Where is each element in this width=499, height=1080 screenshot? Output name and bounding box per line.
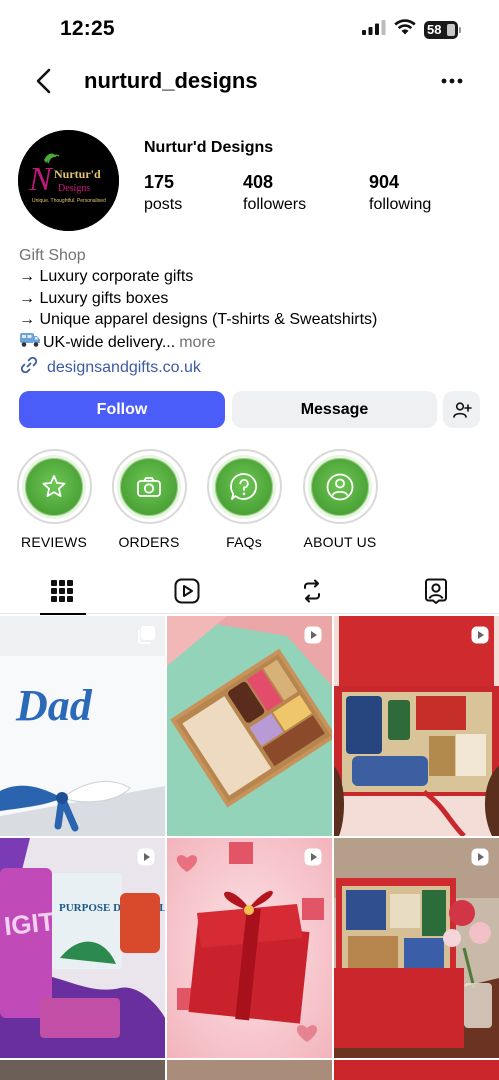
tab-reposts[interactable] bbox=[282, 567, 342, 614]
reel-icon bbox=[470, 625, 490, 650]
status-time: 12:25 bbox=[60, 17, 115, 40]
tab-tagged[interactable] bbox=[406, 567, 466, 614]
ellipsis-icon bbox=[441, 78, 463, 84]
brand-logo: N Nurtur'd Designs Unique. Thoughtful. P… bbox=[18, 130, 119, 231]
repost-icon bbox=[304, 579, 320, 602]
bio-line: → Luxury gifts boxes bbox=[19, 289, 169, 307]
posts-count: 175 bbox=[144, 172, 175, 192]
status-icons: 58 bbox=[362, 19, 461, 40]
profile-bio: Gift Shop → Luxury corporate gifts → Lux… bbox=[19, 245, 489, 354]
following-label: following bbox=[369, 196, 432, 213]
logo-sub: Designs bbox=[58, 183, 90, 194]
signal-icon bbox=[362, 19, 386, 40]
post-caption-text: Dad bbox=[15, 681, 93, 730]
svg-text:N: N bbox=[28, 161, 54, 198]
wifi-icon bbox=[394, 19, 416, 40]
follow-button[interactable]: Follow bbox=[19, 391, 225, 428]
add-person-icon bbox=[452, 401, 472, 418]
reel-icon bbox=[303, 625, 323, 650]
bio-link[interactable]: designsandgifts.co.uk bbox=[19, 355, 201, 380]
camera-icon bbox=[137, 476, 161, 497]
star-icon bbox=[42, 474, 66, 497]
following-count: 904 bbox=[369, 172, 400, 192]
tab-posts-grid[interactable] bbox=[32, 567, 92, 615]
post-thumbnail[interactable] bbox=[334, 616, 499, 836]
reel-icon bbox=[303, 847, 323, 872]
bio-line: → Luxury corporate gifts bbox=[19, 268, 194, 286]
profile-actions: Follow Message bbox=[19, 391, 481, 428]
posts-grid: Dad IGITS PURPOSE L bbox=[0, 616, 499, 1080]
highlight-orders[interactable]: ORDERS bbox=[106, 449, 192, 550]
post-thumbnail[interactable] bbox=[167, 1060, 332, 1080]
link-icon bbox=[19, 355, 39, 380]
profile-header: nurturd_designs bbox=[0, 58, 499, 104]
followers-label: followers bbox=[243, 196, 307, 213]
person-icon bbox=[326, 473, 354, 500]
carousel-icon bbox=[136, 625, 156, 650]
avatar[interactable]: N Nurtur'd Designs Unique. Thoughtful. P… bbox=[18, 130, 119, 231]
post-thumbnail[interactable] bbox=[334, 838, 499, 1058]
reel-icon bbox=[470, 847, 490, 872]
followers-count: 408 bbox=[243, 172, 274, 192]
back-button[interactable] bbox=[30, 66, 60, 96]
status-bar: 12:25 58 bbox=[0, 0, 499, 58]
logo-main: Nurtur'd bbox=[54, 167, 101, 181]
highlight-label: FAQs bbox=[226, 534, 262, 550]
post-thumbnail[interactable]: IGITS PURPOSE DRIVEN LIFE bbox=[0, 838, 165, 1058]
highlight-label: REVIEWS bbox=[21, 534, 87, 550]
bio-category: Gift Shop bbox=[19, 247, 86, 264]
highlight-label: ABOUT US bbox=[303, 534, 377, 550]
tagged-person-icon bbox=[425, 578, 447, 604]
post-thumbnail[interactable]: Dad bbox=[0, 616, 165, 836]
posts-label: posts bbox=[144, 196, 183, 213]
chevron-left-icon bbox=[36, 68, 51, 94]
highlight-label: ORDERS bbox=[118, 534, 180, 550]
battery-icon: 58 bbox=[424, 20, 458, 39]
grid-icon bbox=[51, 579, 73, 602]
bio-line: → Unique apparel designs (T-shirts & Swe… bbox=[19, 310, 378, 328]
profile-tabs bbox=[0, 567, 499, 615]
post-thumbnail[interactable] bbox=[167, 616, 332, 836]
delivery-van-icon bbox=[19, 330, 41, 354]
profile-username: nurturd_designs bbox=[84, 68, 258, 93]
suggested-accounts-button[interactable] bbox=[443, 391, 480, 428]
reels-icon bbox=[174, 578, 200, 603]
post-thumbnail[interactable] bbox=[334, 1060, 499, 1080]
profile-summary: N Nurtur'd Designs Unique. Thoughtful. P… bbox=[0, 128, 499, 238]
post-thumbnail[interactable] bbox=[0, 1060, 165, 1080]
stat-following[interactable]: 904 following bbox=[369, 172, 431, 214]
more-options-button[interactable] bbox=[437, 66, 467, 96]
bio-more-link[interactable]: more bbox=[179, 332, 215, 353]
website-link[interactable]: designsandgifts.co.uk bbox=[47, 359, 201, 377]
logo-tagline: Unique. Thoughtful. Personalised bbox=[32, 198, 106, 204]
question-icon bbox=[230, 472, 258, 500]
message-button[interactable]: Message bbox=[232, 391, 437, 428]
highlight-faqs[interactable]: FAQs bbox=[201, 449, 287, 550]
stat-followers[interactable]: 408 followers bbox=[243, 172, 306, 214]
bio-line-delivery: UK-wide delivery... more bbox=[19, 330, 489, 354]
highlight-about-us[interactable]: ABOUT US bbox=[297, 449, 383, 550]
stat-posts[interactable]: 175 posts bbox=[144, 172, 182, 214]
display-name: Nurtur'd Designs bbox=[144, 139, 274, 156]
bio-line: UK-wide delivery... bbox=[43, 333, 176, 351]
post-thumbnail[interactable] bbox=[167, 838, 332, 1058]
battery-level: 58 bbox=[427, 22, 442, 37]
story-highlights: REVIEWS ORDERS FAQs ABOUT US bbox=[0, 449, 499, 550]
tab-reels[interactable] bbox=[157, 567, 217, 614]
reel-icon bbox=[136, 847, 156, 872]
highlight-reviews[interactable]: REVIEWS bbox=[11, 449, 97, 550]
